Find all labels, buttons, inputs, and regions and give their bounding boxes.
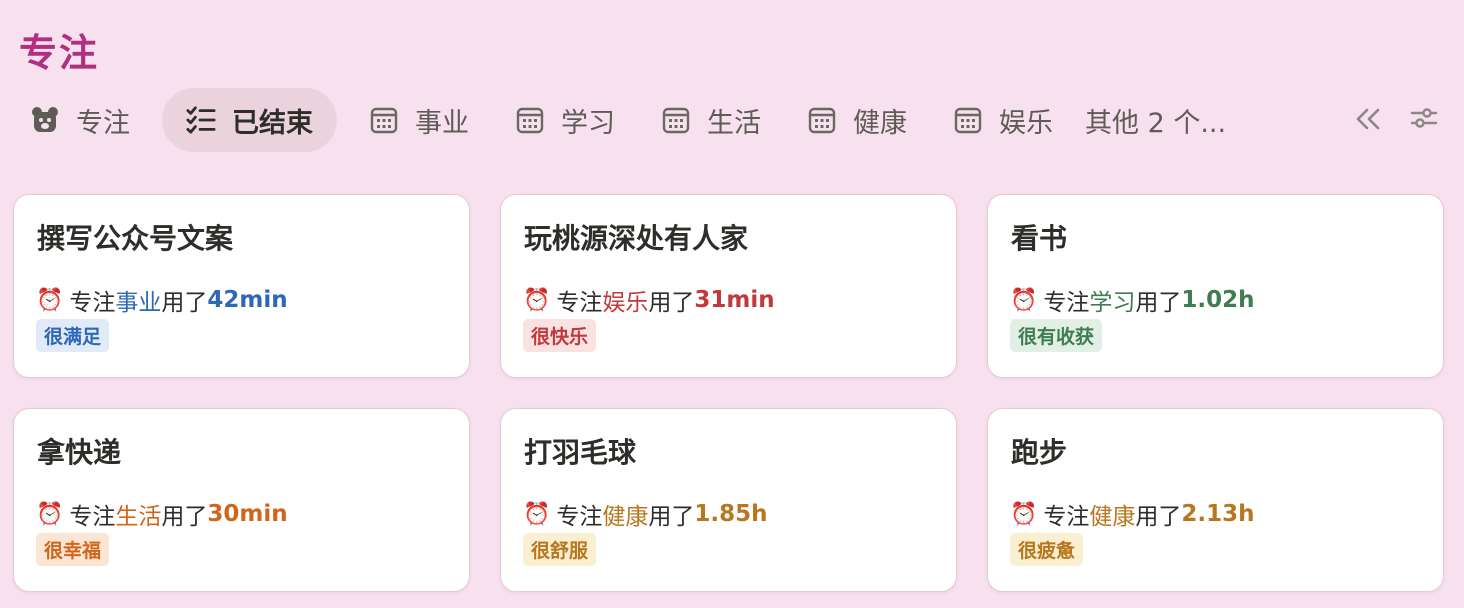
collapse-button[interactable] xyxy=(1348,100,1388,140)
focus-summary: ⏰ 专注 事业 用了 42min xyxy=(36,283,288,317)
calendar-icon xyxy=(515,105,545,135)
sliders-icon xyxy=(1410,103,1438,138)
summary-verb: 用了 xyxy=(1135,290,1182,316)
calendar-icon xyxy=(661,105,691,135)
duration-value: 30min xyxy=(207,501,288,527)
summary-prefix: 专注 xyxy=(556,504,603,530)
alarm-clock-icon: ⏰ xyxy=(523,287,551,313)
summary-prefix: 专注 xyxy=(69,290,116,316)
mood-tag: 很疲惫 xyxy=(1010,533,1084,566)
tab-label: 娱乐 xyxy=(999,107,1053,139)
alarm-clock-icon: ⏰ xyxy=(36,287,64,313)
focus-summary: ⏰ 专注 生活 用了 30min xyxy=(36,497,288,531)
card-title: 拿快递 xyxy=(37,436,122,469)
focus-record-card[interactable]: 看书 ⏰ 专注 学习 用了 1.02h 很有收获 xyxy=(987,194,1444,378)
view-toolbar xyxy=(1332,100,1444,140)
duration-value: 31min xyxy=(694,287,775,313)
tab-label: 健康 xyxy=(853,107,907,139)
card-title: 看书 xyxy=(1011,222,1068,255)
summary-verb: 用了 xyxy=(161,504,208,530)
duration-value: 2.13h xyxy=(1181,501,1255,527)
focus-record-card[interactable]: 跑步 ⏰ 专注 健康 用了 2.13h 很疲惫 xyxy=(987,408,1444,592)
alarm-clock-icon: ⏰ xyxy=(523,501,551,527)
tab-label: 已结束 xyxy=(232,107,313,139)
focus-record-card[interactable]: 打羽毛球 ⏰ 专注 健康 用了 1.85h 很舒服 xyxy=(500,408,957,592)
summary-verb: 用了 xyxy=(648,504,695,530)
focus-summary: ⏰ 专注 健康 用了 2.13h xyxy=(1010,497,1255,531)
view-tabs: 专注 已结束 事业 学习 生活 健康 娱乐 其他 2 个... xyxy=(16,88,1258,152)
category-label: 健康 xyxy=(602,504,649,530)
mood-tag: 很舒服 xyxy=(523,533,597,566)
category-label: 学习 xyxy=(1089,290,1136,316)
calendar-icon xyxy=(369,105,399,135)
focus-summary: ⏰ 专注 健康 用了 1.85h xyxy=(523,497,768,531)
card-title: 撰写公众号文案 xyxy=(37,222,234,255)
mood-tag: 很有收获 xyxy=(1010,319,1103,352)
duration-value: 42min xyxy=(207,287,288,313)
page-title: 专注 xyxy=(19,31,100,75)
filter-settings-button[interactable] xyxy=(1404,100,1444,140)
double-chevron-left-icon xyxy=(1355,103,1381,138)
focus-record-card[interactable]: 拿快递 ⏰ 专注 生活 用了 30min 很幸福 xyxy=(13,408,470,592)
summary-verb: 用了 xyxy=(1135,504,1182,530)
tab-health[interactable]: 健康 xyxy=(793,88,921,152)
summary-prefix: 专注 xyxy=(556,290,603,316)
summary-verb: 用了 xyxy=(161,290,208,316)
tab-label: 事业 xyxy=(415,107,469,139)
duration-value: 1.85h xyxy=(694,501,768,527)
alarm-clock-icon: ⏰ xyxy=(36,501,64,527)
summary-prefix: 专注 xyxy=(1043,504,1090,530)
duration-value: 1.02h xyxy=(1181,287,1255,313)
focus-summary: ⏰ 专注 学习 用了 1.02h xyxy=(1010,283,1255,317)
tab-label: 学习 xyxy=(561,107,615,139)
mood-tag: 很幸福 xyxy=(36,533,110,566)
alarm-clock-icon: ⏰ xyxy=(1010,501,1038,527)
tab-finished[interactable]: 已结束 xyxy=(162,88,337,152)
tab-entertainment[interactable]: 娱乐 xyxy=(939,88,1067,152)
card-title: 打羽毛球 xyxy=(524,436,637,469)
bear-icon xyxy=(30,105,60,135)
card-title: 跑步 xyxy=(1011,436,1068,469)
summary-verb: 用了 xyxy=(648,290,695,316)
category-label: 娱乐 xyxy=(602,290,649,316)
tab-career[interactable]: 事业 xyxy=(355,88,483,152)
tab-study[interactable]: 学习 xyxy=(501,88,629,152)
card-gallery: 撰写公众号文案 ⏰ 专注 事业 用了 42min 很满足 玩桃源深处有人家 ⏰ 专注 娱乐 用了 31m… xyxy=(13,194,1444,592)
mood-tag: 很快乐 xyxy=(523,319,597,352)
calendar-icon xyxy=(953,105,983,135)
checklist-icon xyxy=(186,105,216,135)
mood-tag: 很满足 xyxy=(36,319,110,352)
tab-label: 生活 xyxy=(707,107,761,139)
tabs-overflow-label: 其他 2 个... xyxy=(1085,107,1227,139)
focus-record-card[interactable]: 撰写公众号文案 ⏰ 专注 事业 用了 42min 很满足 xyxy=(13,194,470,378)
category-label: 健康 xyxy=(1089,504,1136,530)
calendar-icon xyxy=(807,105,837,135)
category-label: 生活 xyxy=(115,504,162,530)
tabs-overflow-button[interactable]: 其他 2 个... xyxy=(1085,88,1240,152)
focus-summary: ⏰ 专注 娱乐 用了 31min xyxy=(523,283,775,317)
tab-label: 专注 xyxy=(76,107,130,139)
tab-focus[interactable]: 专注 xyxy=(16,88,144,152)
summary-prefix: 专注 xyxy=(69,504,116,530)
card-title: 玩桃源深处有人家 xyxy=(524,222,749,255)
tab-life[interactable]: 生活 xyxy=(647,88,775,152)
focus-record-card[interactable]: 玩桃源深处有人家 ⏰ 专注 娱乐 用了 31min 很快乐 xyxy=(500,194,957,378)
alarm-clock-icon: ⏰ xyxy=(1010,287,1038,313)
category-label: 事业 xyxy=(115,290,162,316)
summary-prefix: 专注 xyxy=(1043,290,1090,316)
